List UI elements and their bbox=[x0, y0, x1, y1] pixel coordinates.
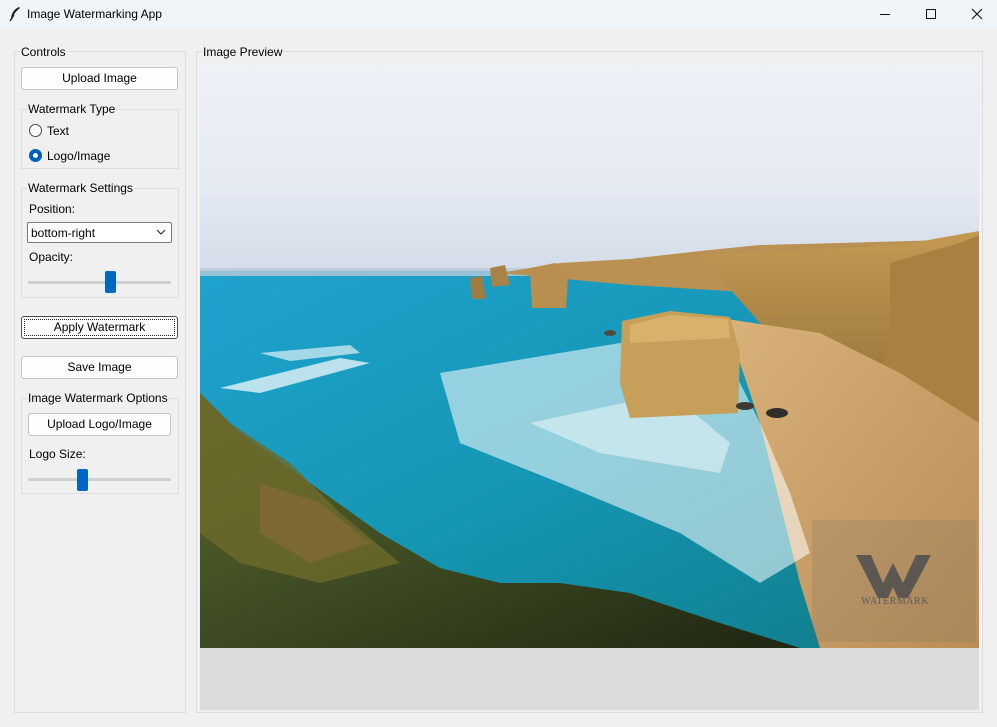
radio-button-logo[interactable] bbox=[29, 149, 42, 162]
upload-image-button[interactable]: Upload Image bbox=[21, 67, 178, 90]
radio-text-label: Text bbox=[47, 124, 70, 138]
opacity-label: Opacity: bbox=[29, 250, 74, 264]
title-bar: Image Watermarking App bbox=[0, 0, 997, 28]
upload-logo-button[interactable]: Upload Logo/Image bbox=[28, 413, 171, 436]
chevron-down-icon bbox=[156, 229, 166, 235]
position-select-value: bottom-right bbox=[31, 226, 96, 240]
image-preview-title: Image Preview bbox=[202, 45, 284, 59]
image-watermark-options-title: Image Watermark Options bbox=[27, 391, 169, 405]
radio-button-text[interactable] bbox=[29, 124, 42, 137]
preview-empty-area bbox=[200, 648, 979, 710]
minimize-icon bbox=[880, 14, 890, 15]
logo-size-label: Logo Size: bbox=[29, 447, 86, 461]
position-select[interactable]: bottom-right bbox=[27, 222, 172, 243]
save-image-button[interactable]: Save Image bbox=[21, 356, 178, 379]
radio-logo-label: Logo/Image bbox=[47, 149, 111, 163]
watermark-settings-title: Watermark Settings bbox=[27, 181, 134, 195]
close-button[interactable] bbox=[954, 0, 997, 28]
logo-size-slider-track[interactable] bbox=[28, 478, 171, 481]
maximize-icon bbox=[926, 9, 936, 19]
opacity-slider-thumb[interactable] bbox=[105, 271, 116, 293]
minimize-button[interactable] bbox=[862, 0, 908, 28]
logo-size-slider-thumb[interactable] bbox=[77, 469, 88, 491]
controls-title: Controls bbox=[20, 45, 67, 59]
watermark-text: WATERMARK bbox=[861, 596, 929, 607]
window-title: Image Watermarking App bbox=[27, 7, 162, 21]
position-label: Position: bbox=[29, 202, 76, 216]
apply-watermark-button[interactable]: Apply Watermark bbox=[21, 316, 178, 339]
maximize-button[interactable] bbox=[908, 0, 954, 28]
preview-image bbox=[200, 63, 979, 648]
feather-icon bbox=[9, 7, 20, 22]
focus-ring bbox=[24, 319, 175, 336]
watermark-type-title: Watermark Type bbox=[27, 102, 117, 116]
opacity-slider-track[interactable] bbox=[28, 281, 171, 284]
close-icon bbox=[971, 8, 983, 20]
